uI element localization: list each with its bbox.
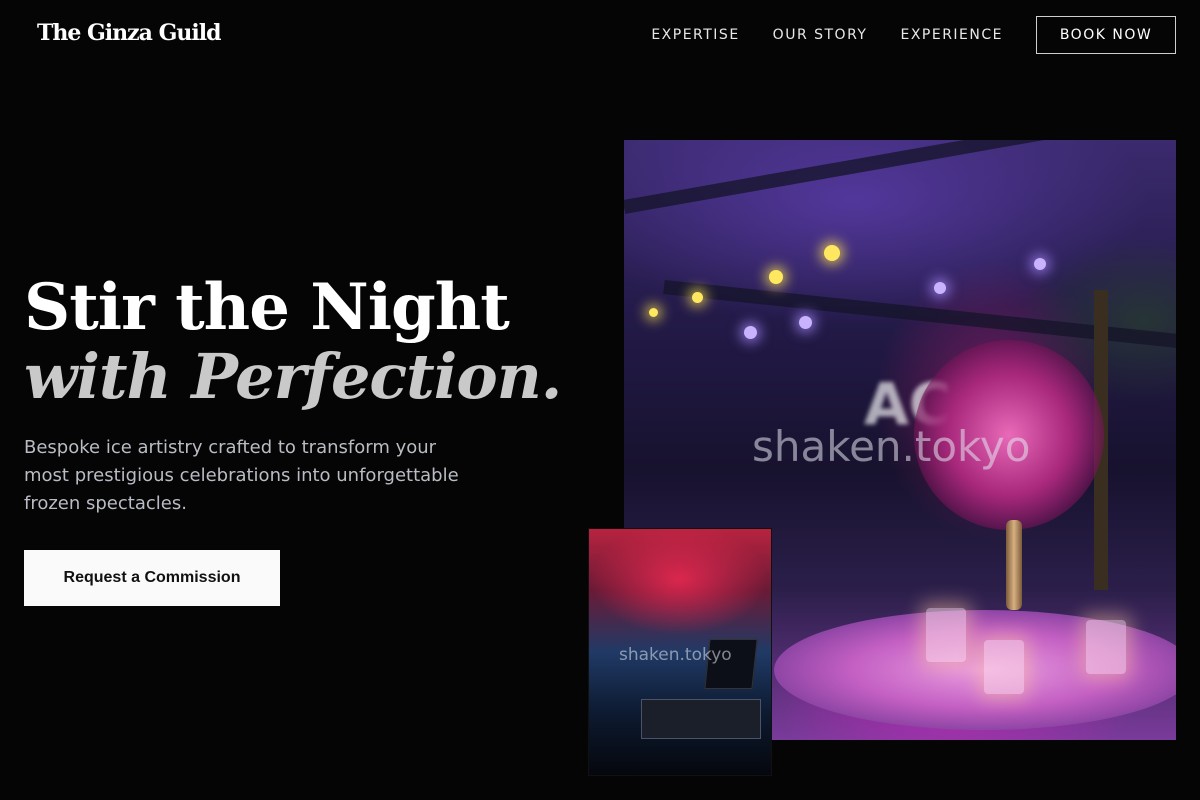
stage-light	[744, 326, 757, 339]
centerpiece-vase	[1006, 520, 1022, 610]
nav-link-expertise[interactable]: EXPERTISE	[651, 27, 739, 43]
dj-booth-photo: shaken.tokyo	[588, 528, 772, 776]
book-now-button[interactable]: BOOK NOW	[1036, 16, 1176, 54]
nav-link-experience[interactable]: EXPERIENCE	[900, 27, 1003, 43]
candle-holder	[926, 608, 966, 662]
request-commission-button[interactable]: Request a Commission	[24, 550, 280, 606]
truss-beam	[624, 140, 1176, 214]
site-header: The Ginza Guild EXPERTISE OUR STORY EXPE…	[0, 0, 1200, 70]
hero-section: Stir the Night with Perfection. Bespoke …	[24, 272, 564, 606]
image-watermark: shaken.tokyo	[752, 422, 1031, 471]
stage-light	[934, 282, 946, 294]
stage-light	[692, 292, 703, 303]
headline-line-2: with Perfection.	[24, 340, 562, 413]
candle-holder	[1086, 620, 1126, 674]
image-watermark-small: shaken.tokyo	[619, 645, 732, 665]
hero-headline: Stir the Night with Perfection.	[24, 272, 564, 410]
stage-light	[799, 316, 812, 329]
nav-link-our-story[interactable]: OUR STORY	[773, 27, 868, 43]
stage-light	[649, 308, 658, 317]
main-nav: EXPERTISE OUR STORY EXPERIENCE BOOK NOW	[618, 16, 1176, 54]
hero-subtext: Bespoke ice artistry crafted to transfor…	[24, 437, 459, 514]
stage-light	[824, 245, 840, 261]
stage-light	[1034, 258, 1046, 270]
stage-light	[769, 270, 783, 284]
mixing-console	[641, 699, 761, 739]
brand-logo[interactable]: The Ginza Guild	[37, 20, 221, 46]
candle-holder	[984, 640, 1024, 694]
headline-line-1: Stir the Night	[24, 270, 510, 345]
